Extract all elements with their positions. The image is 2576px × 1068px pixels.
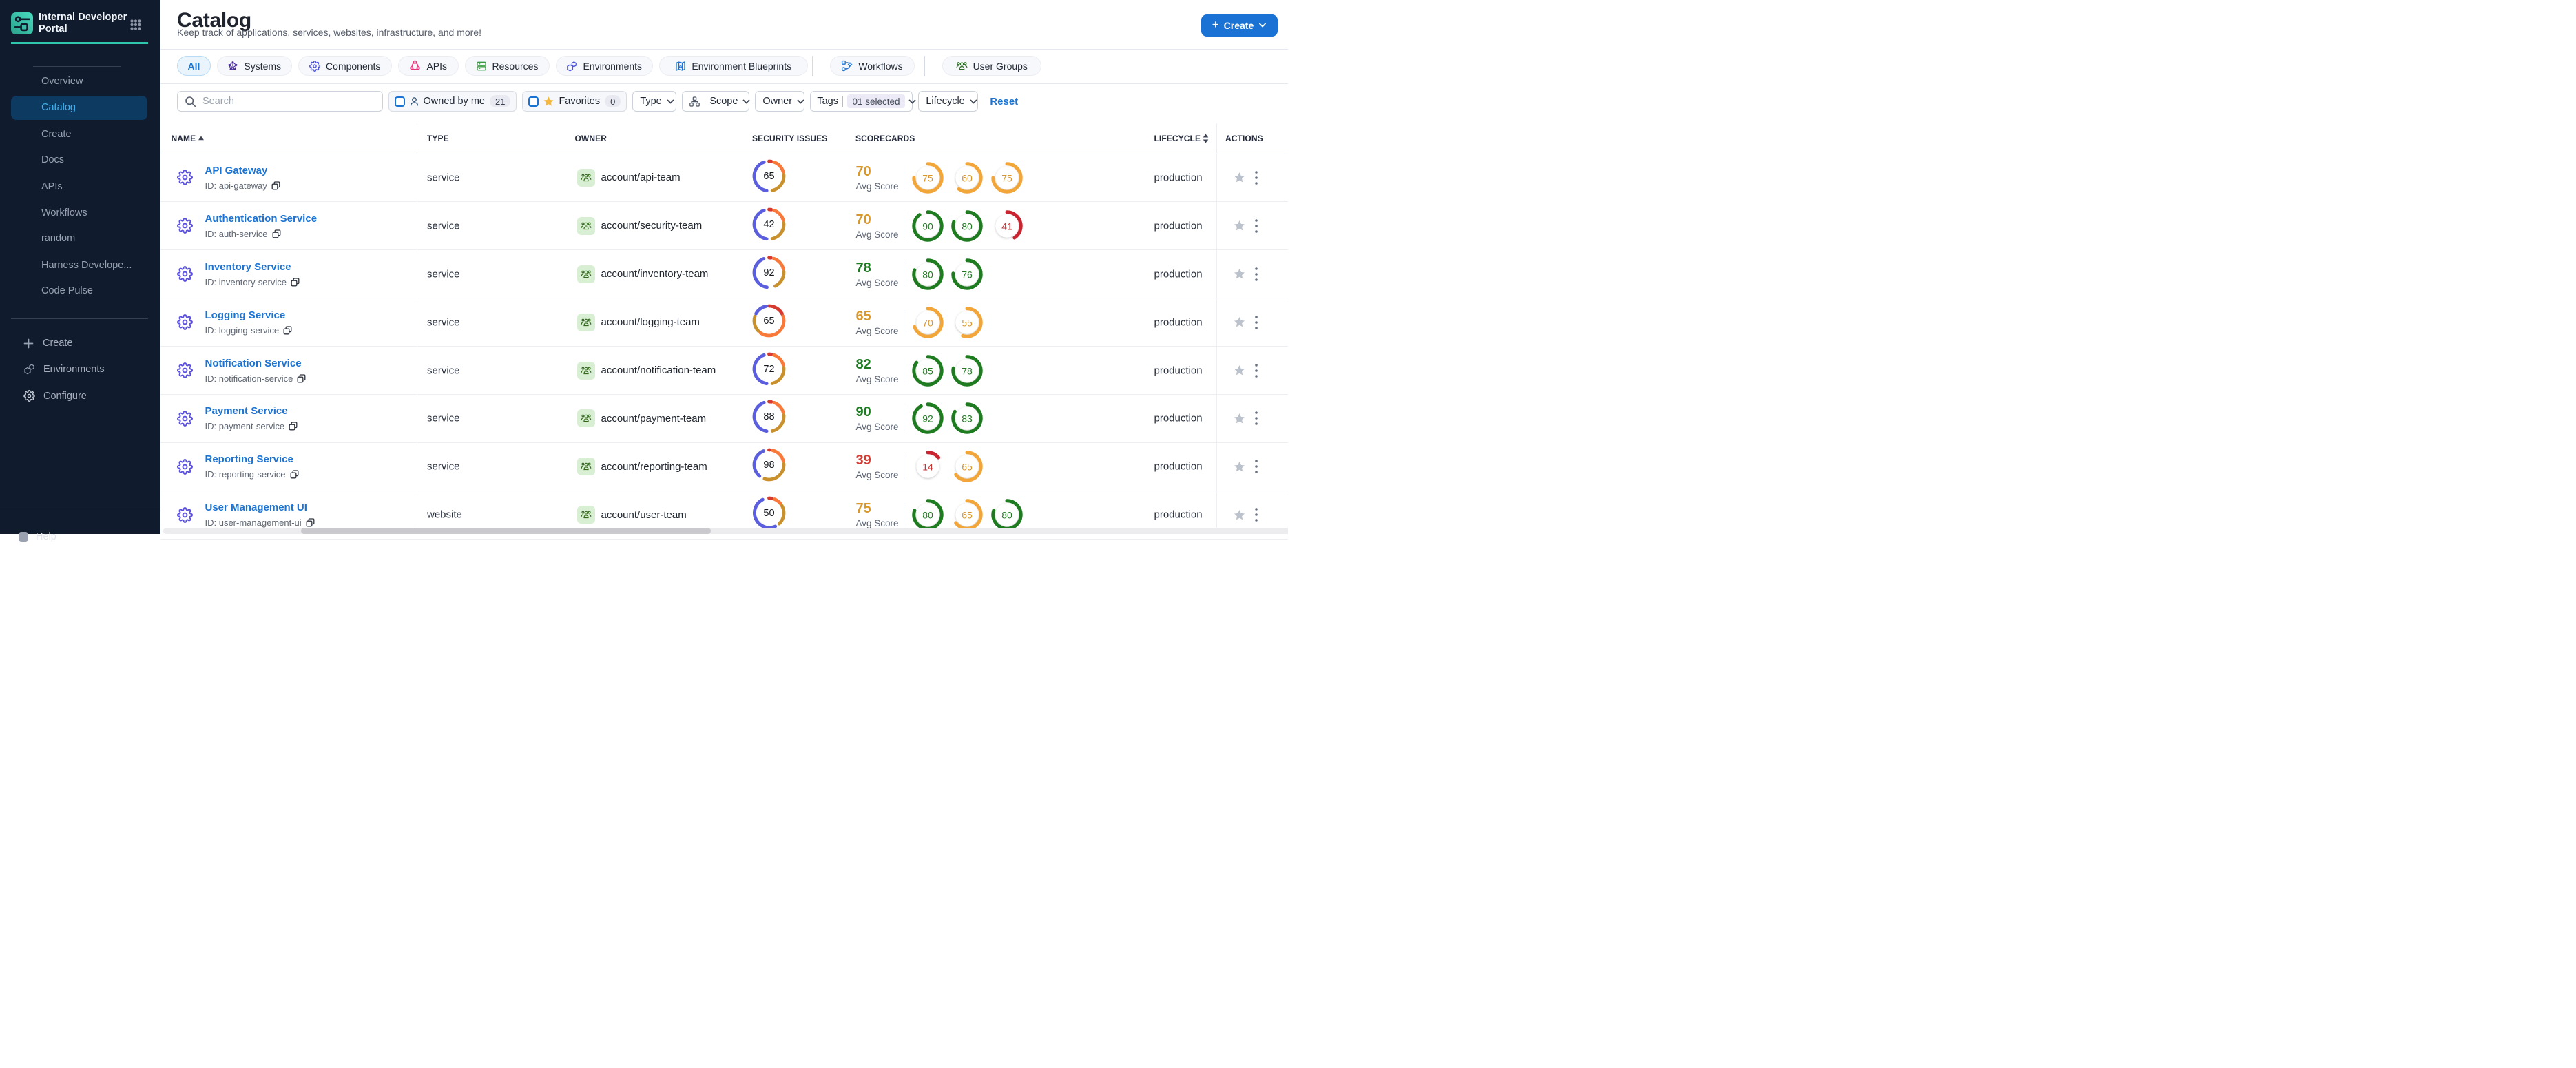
svg-text:80: 80 bbox=[1001, 510, 1012, 521]
svg-text:78: 78 bbox=[962, 365, 973, 376]
svg-text:85: 85 bbox=[922, 365, 933, 376]
svg-text:83: 83 bbox=[962, 413, 973, 424]
svg-text:65: 65 bbox=[763, 171, 774, 182]
svg-text:80: 80 bbox=[922, 269, 933, 280]
svg-text:14: 14 bbox=[922, 462, 933, 473]
svg-text:75: 75 bbox=[1001, 172, 1012, 183]
svg-text:88: 88 bbox=[763, 411, 774, 422]
svg-text:75: 75 bbox=[922, 172, 933, 183]
svg-text:80: 80 bbox=[922, 510, 933, 521]
svg-text:65: 65 bbox=[763, 316, 774, 327]
svg-text:90: 90 bbox=[922, 220, 933, 232]
svg-text:92: 92 bbox=[763, 267, 774, 278]
svg-text:42: 42 bbox=[763, 219, 774, 230]
svg-text:55: 55 bbox=[962, 317, 973, 328]
svg-text:50: 50 bbox=[763, 508, 774, 519]
svg-text:70: 70 bbox=[922, 317, 933, 328]
svg-text:A: A bbox=[679, 63, 683, 69]
svg-text:80: 80 bbox=[962, 220, 973, 232]
svg-text:76: 76 bbox=[962, 269, 973, 280]
svg-text:65: 65 bbox=[962, 510, 973, 521]
svg-text:92: 92 bbox=[922, 413, 933, 424]
svg-text:41: 41 bbox=[1001, 220, 1012, 232]
svg-text:72: 72 bbox=[763, 364, 774, 375]
svg-text:98: 98 bbox=[763, 460, 774, 471]
svg-text:60: 60 bbox=[962, 172, 973, 183]
svg-text:65: 65 bbox=[962, 462, 973, 473]
